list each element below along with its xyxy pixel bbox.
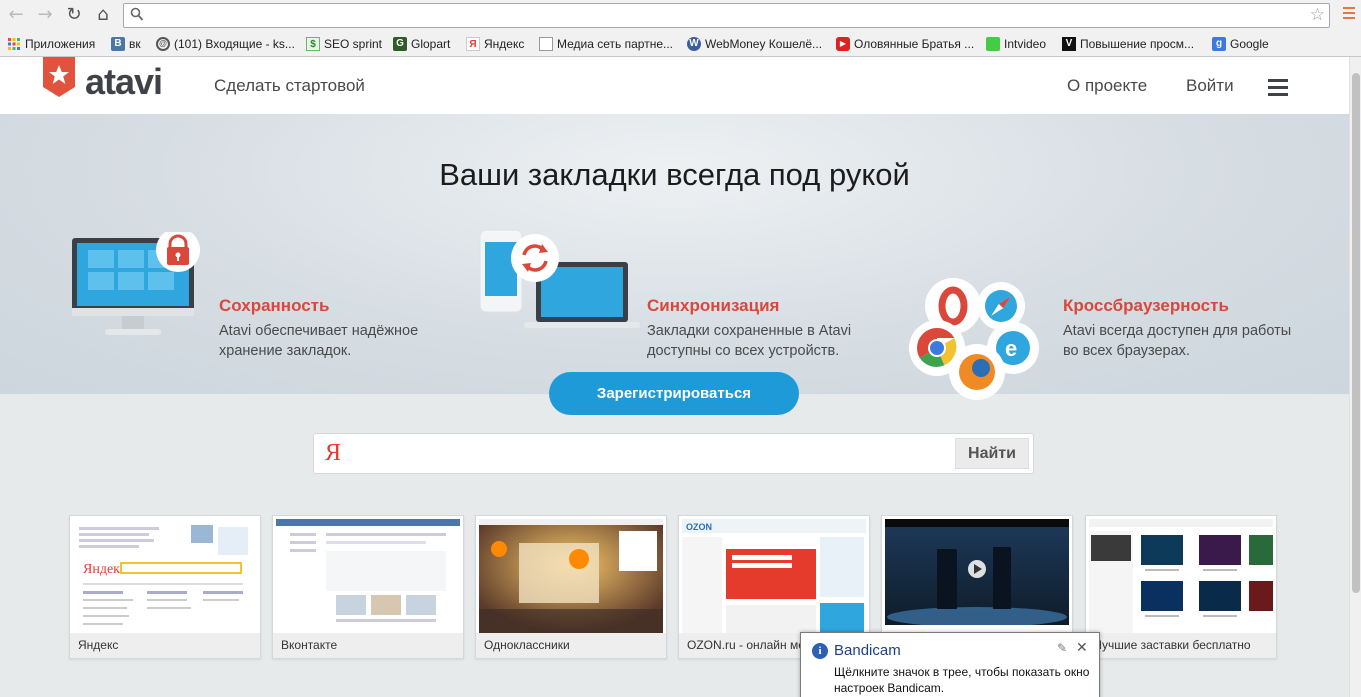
tile-thumbnail-vkontakte bbox=[276, 519, 460, 633]
scrollbar-thumb[interactable] bbox=[1352, 73, 1360, 593]
bookmark-item[interactable]: Приложения bbox=[7, 35, 95, 53]
yandex-icon: Я bbox=[466, 37, 480, 51]
bookmark-item[interactable]: Ввк bbox=[111, 35, 141, 53]
sync-devices-icon bbox=[479, 229, 640, 328]
hamburger-menu-icon[interactable] bbox=[1268, 79, 1288, 100]
search-icon bbox=[130, 7, 144, 21]
bookmark-item[interactable]: Intvideo bbox=[986, 35, 1046, 53]
bookmark-label: Google bbox=[1230, 37, 1269, 51]
info-icon: i bbox=[812, 643, 828, 659]
site-header: atavi Сделать стартовой О проекте Войти bbox=[0, 57, 1349, 114]
tile-caption: Лучшие заставки бесплатно bbox=[1086, 633, 1276, 658]
tile-thumbnail-yandex: Яндекс bbox=[73, 519, 257, 633]
bookmark-item[interactable]: $ SEO sprint bbox=[306, 35, 382, 53]
bookmark-label: Медиа сеть партне... bbox=[557, 37, 673, 51]
intvideo-icon bbox=[986, 37, 1000, 51]
secure-monitor-icon bbox=[72, 232, 200, 335]
svg-text:OZON: OZON bbox=[686, 522, 712, 532]
apps-grid-icon bbox=[7, 37, 21, 51]
search-button[interactable]: Найти bbox=[955, 438, 1029, 469]
bookmark-item[interactable]: g Google bbox=[1212, 35, 1269, 53]
bookmark-tile[interactable]: Одноклассники bbox=[475, 515, 667, 659]
tile-caption: Яндекс bbox=[70, 633, 260, 658]
yandex-logo-icon: Я bbox=[325, 440, 342, 466]
bookmark-label: WebMoney Кошелё... bbox=[705, 37, 823, 51]
webmoney-icon: W bbox=[687, 37, 701, 51]
tile-thumbnail-ozon: OZON bbox=[682, 519, 866, 633]
reload-icon[interactable]: ↻ bbox=[64, 5, 84, 25]
bookmark-tile[interactable]: Вконтакте bbox=[272, 515, 464, 659]
bookmark-item[interactable]: G Glopart bbox=[393, 35, 450, 53]
close-icon[interactable]: ✕ bbox=[1076, 639, 1088, 656]
wrench-icon[interactable]: ✎ bbox=[1057, 641, 1067, 655]
v-icon: V bbox=[1062, 37, 1076, 51]
mail-icon: @ bbox=[156, 37, 170, 51]
feature-title-sync: Синхронизация bbox=[647, 296, 780, 315]
feature-title-safety: Сохранность bbox=[219, 296, 330, 315]
chrome-menu-icon[interactable] bbox=[1343, 7, 1355, 22]
vk-icon: В bbox=[111, 37, 125, 51]
bookmark-label: Яндекс bbox=[484, 37, 525, 51]
glopart-icon: G bbox=[393, 37, 407, 51]
tile-thumbnail-odnoklassniki bbox=[479, 519, 663, 633]
atavi-logo[interactable]: atavi bbox=[43, 57, 163, 103]
bookmark-label: (101) Входящие - ks... bbox=[174, 37, 295, 51]
bookmark-label: SEO sprint bbox=[324, 37, 383, 51]
login-link[interactable]: Войти bbox=[1186, 76, 1234, 96]
bookmark-label: Приложения bbox=[25, 37, 96, 51]
feature-title-crossbrowser: Кроссбраузерность bbox=[1063, 296, 1229, 315]
browsers-icon: e bbox=[909, 278, 1039, 400]
logo-text: atavi bbox=[85, 61, 163, 102]
page-scrollbar[interactable] bbox=[1349, 57, 1361, 697]
browser-toolbar: ← → ↻ ⌂ ☆ bbox=[0, 0, 1361, 31]
bookmark-label: Оловянные Братья ... bbox=[854, 37, 975, 51]
search-input[interactable] bbox=[356, 438, 956, 469]
bookmark-star-icon[interactable]: ☆ bbox=[1310, 5, 1325, 25]
seosprint-icon: $ bbox=[306, 37, 320, 51]
yandex-search-box: Я Найти bbox=[313, 433, 1034, 474]
page-viewport: atavi Сделать стартовой О проекте Войти … bbox=[0, 57, 1349, 697]
bookmark-item[interactable]: W WebMoney Кошелё... bbox=[687, 35, 822, 53]
notification-title: Bandicam bbox=[834, 642, 901, 659]
tile-caption: Вконтакте bbox=[273, 633, 463, 658]
about-link[interactable]: О проекте bbox=[1067, 76, 1147, 96]
bookmark-tile[interactable]: Лучшие заставки бесплатно bbox=[1085, 515, 1277, 659]
svg-text:Яндекс: Яндекс bbox=[83, 562, 126, 577]
hero-title: Ваши закладки всегда под рукой bbox=[439, 157, 910, 192]
forward-arrow-icon[interactable]: → bbox=[35, 5, 55, 25]
bookmark-label: Glopart bbox=[411, 37, 451, 51]
bookmark-item[interactable]: Медиа сеть партне... bbox=[539, 35, 673, 53]
bookmarks-bar: Приложения Ввк @ (101) Входящие - ks... $… bbox=[0, 31, 1361, 57]
feature-text-crossbrowser: Atavi всегда доступен для работы во всех… bbox=[1063, 323, 1292, 359]
bookmark-item[interactable]: V Повышение просм... bbox=[1062, 35, 1194, 53]
register-button[interactable]: Зарегистрироваться bbox=[549, 372, 799, 415]
back-arrow-icon[interactable]: ← bbox=[6, 5, 26, 25]
hero-section: Ваши закладки всегда под рукой Сохраннос… bbox=[0, 114, 1349, 400]
notification-text: Щёлкните значок в трее, чтобы показать о… bbox=[834, 665, 1090, 695]
bookmark-tile[interactable]: Яндекс Яндекс bbox=[69, 515, 261, 659]
google-icon: g bbox=[1212, 37, 1226, 51]
bookmark-label: Повышение просм... bbox=[1080, 37, 1195, 51]
bookmark-label: Intvideo bbox=[1004, 37, 1047, 51]
bookmark-item[interactable]: @ (101) Входящие - ks... bbox=[156, 35, 295, 53]
make-start-page-link[interactable]: Сделать стартовой bbox=[214, 76, 365, 96]
page-icon bbox=[539, 37, 553, 51]
tile-caption: Одноклассники bbox=[476, 633, 666, 658]
bookmark-label: вк bbox=[129, 37, 141, 51]
feature-text-safety: Atavi обеспечивает надёжное хранение зак… bbox=[219, 323, 419, 359]
bookmark-item[interactable]: ▶ Оловянные Братья ... bbox=[836, 35, 974, 53]
feature-text-sync: Закладки сохраненные в Atavi доступны со… bbox=[647, 323, 852, 359]
svg-text:e: e bbox=[1005, 336, 1017, 361]
bookmark-item[interactable]: Я Яндекс bbox=[466, 35, 524, 53]
youtube-icon: ▶ bbox=[836, 37, 850, 51]
bandicam-notification[interactable]: i Bandicam ✎ ✕ Щёлкните значок в трее, ч… bbox=[800, 632, 1100, 697]
tile-thumbnail-movie-site bbox=[885, 519, 1069, 633]
tile-thumbnail-screensavers bbox=[1089, 519, 1273, 633]
address-bar[interactable]: ☆ bbox=[123, 3, 1330, 28]
home-icon[interactable]: ⌂ bbox=[93, 5, 113, 25]
logo-star-badge-icon bbox=[43, 57, 75, 97]
